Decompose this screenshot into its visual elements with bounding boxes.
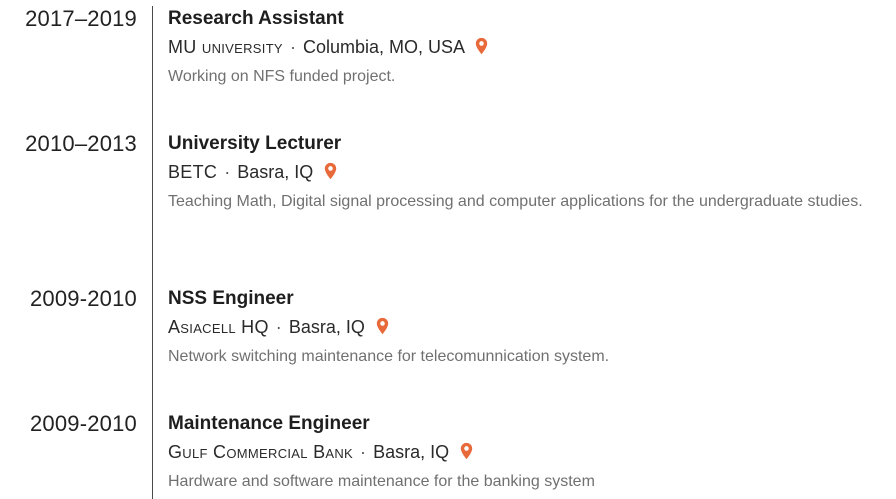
entry-organization: MU university [168, 37, 283, 57]
entry-organization: Gulf Commercial Bank [168, 442, 354, 462]
entry-title: Research Assistant [168, 8, 344, 29]
entry-org-line: MU university · Columbia, MO, USA [168, 34, 893, 60]
entry-date: 2009-2010 [29, 411, 137, 436]
entry-org-line: Gulf Commercial Bank · Basra, IQ [168, 439, 893, 465]
entry-title: NSS Engineer [168, 288, 294, 309]
map-marker-icon [475, 37, 488, 55]
entry-details: Research Assistant MU university · Colum… [168, 6, 893, 90]
entry-location: Basra, IQ [288, 317, 365, 337]
entry-org-line: Asiacell HQ · Basra, IQ [168, 314, 893, 340]
entry-title: Maintenance Engineer [168, 413, 370, 434]
entry-details: University Lecturer BETC · Basra, IQ Tea… [168, 131, 893, 215]
entry-description: Working on NFS funded project. [168, 68, 396, 85]
entry-details: NSS Engineer Asiacell HQ · Basra, IQ Net… [168, 286, 893, 370]
map-marker-icon [376, 317, 389, 335]
entry-location: Basra, IQ [373, 442, 450, 462]
entry-description: Teaching Math, Digital signal processing… [168, 193, 863, 210]
entry-separator: · [360, 442, 367, 462]
entry-org-line: BETC · Basra, IQ [168, 159, 893, 185]
entry-description: Hardware and software maintenance for th… [168, 473, 595, 490]
entry-location: Columbia, MO, USA [302, 37, 465, 57]
entry-separator: · [224, 162, 231, 182]
entry-date: 2010–2013 [25, 131, 137, 156]
entry-organization: BETC [168, 162, 218, 182]
entry-date: 2017–2019 [25, 6, 137, 31]
entry-date: 2009-2010 [29, 286, 137, 311]
entry-title: University Lecturer [168, 133, 342, 154]
entry-organization: Asiacell HQ [168, 317, 269, 337]
entry-description: Network switching maintenance for teleco… [168, 348, 610, 365]
map-marker-icon [325, 162, 337, 180]
timeline-line [152, 6, 153, 499]
entry-separator: · [275, 317, 282, 337]
map-marker-icon [460, 442, 473, 460]
entry-location: Basra, IQ [237, 162, 314, 182]
entry-details: Maintenance Engineer Gulf Commercial Ban… [168, 411, 893, 495]
entry-separator: · [289, 37, 296, 57]
